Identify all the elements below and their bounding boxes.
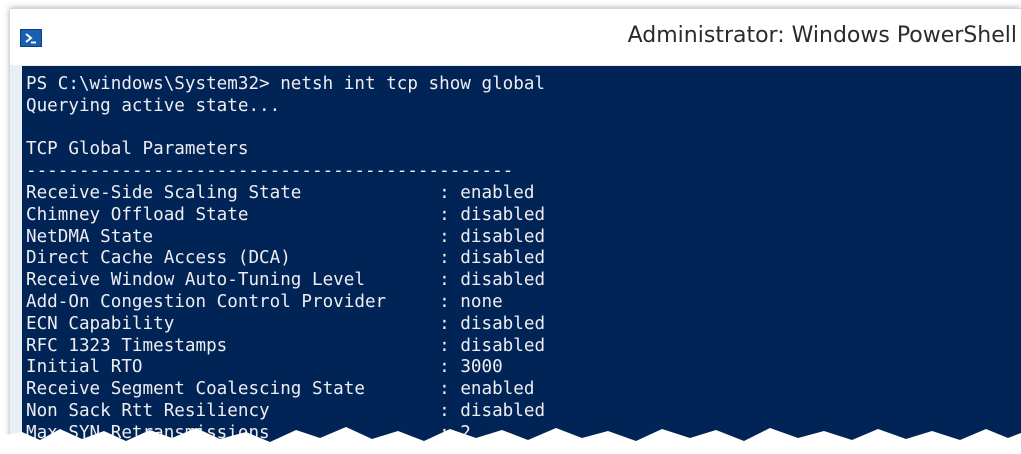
param-value: enabled	[460, 379, 535, 400]
param-value: disabled	[460, 248, 546, 269]
param-row: ECN Capability : disabled	[26, 313, 546, 334]
param-row: Receive-Side Scaling State : enabled	[26, 182, 535, 203]
param-row: Initial RTO : 3000	[26, 357, 503, 378]
separator-line: ----------------------------------------…	[26, 161, 514, 182]
console-output: PS C:\windows\System32> netsh int tcp sh…	[22, 66, 1021, 445]
param-row: Receive Segment Coalescing State : enabl…	[26, 379, 535, 400]
command-text: netsh int tcp show global	[280, 74, 546, 94]
param-row: Add-On Congestion Control Provider : non…	[26, 291, 503, 312]
section-heading: TCP Global Parameters	[26, 139, 249, 160]
param-value: disabled	[460, 313, 546, 334]
param-row: NetDMA State : disabled	[26, 226, 546, 247]
param-name: Receive Window Auto-Tuning Level	[26, 270, 365, 291]
param-name: ECN Capability	[26, 313, 175, 334]
param-row: RFC 1323 Timestamps : disabled	[26, 335, 546, 356]
param-value: disabled	[460, 204, 546, 225]
param-row: Chimney Offload State : disabled	[26, 204, 546, 225]
window-title: Administrator: Windows PowerShell	[627, 23, 1017, 48]
param-value: disabled	[460, 226, 546, 247]
prompt: PS C:\windows\System32>	[26, 74, 270, 94]
param-name: Add-On Congestion Control Provider	[26, 291, 387, 312]
param-row: Direct Cache Access (DCA) : disabled	[26, 248, 546, 269]
param-value: disabled	[460, 270, 546, 291]
powershell-window: Administrator: Windows PowerShell PS C:\…	[10, 8, 1021, 454]
param-value: 3000	[460, 357, 503, 378]
param-name: NetDMA State	[26, 226, 154, 247]
param-name: Receive Segment Coalescing State	[26, 379, 365, 400]
status-line: Querying active state...	[26, 95, 281, 116]
param-value: disabled	[460, 335, 546, 356]
title-bar[interactable]: Administrator: Windows PowerShell	[10, 8, 1021, 65]
param-value: enabled	[460, 182, 535, 203]
param-row: Receive Window Auto-Tuning Level : disab…	[26, 270, 546, 291]
param-name: Chimney Offload State	[26, 204, 249, 225]
param-value: none	[460, 291, 503, 312]
param-name: Receive-Side Scaling State	[26, 182, 302, 203]
param-name: Direct Cache Access (DCA)	[26, 248, 291, 269]
torn-edge	[0, 427, 1021, 454]
param-name: RFC 1323 Timestamps	[26, 335, 228, 356]
parameter-list: Receive-Side Scaling State : enabled Chi…	[26, 183, 545, 443]
console-area[interactable]: PS C:\windows\System32> netsh int tcp sh…	[22, 66, 1021, 454]
powershell-icon[interactable]	[20, 29, 42, 47]
param-name: Initial RTO	[26, 357, 143, 378]
